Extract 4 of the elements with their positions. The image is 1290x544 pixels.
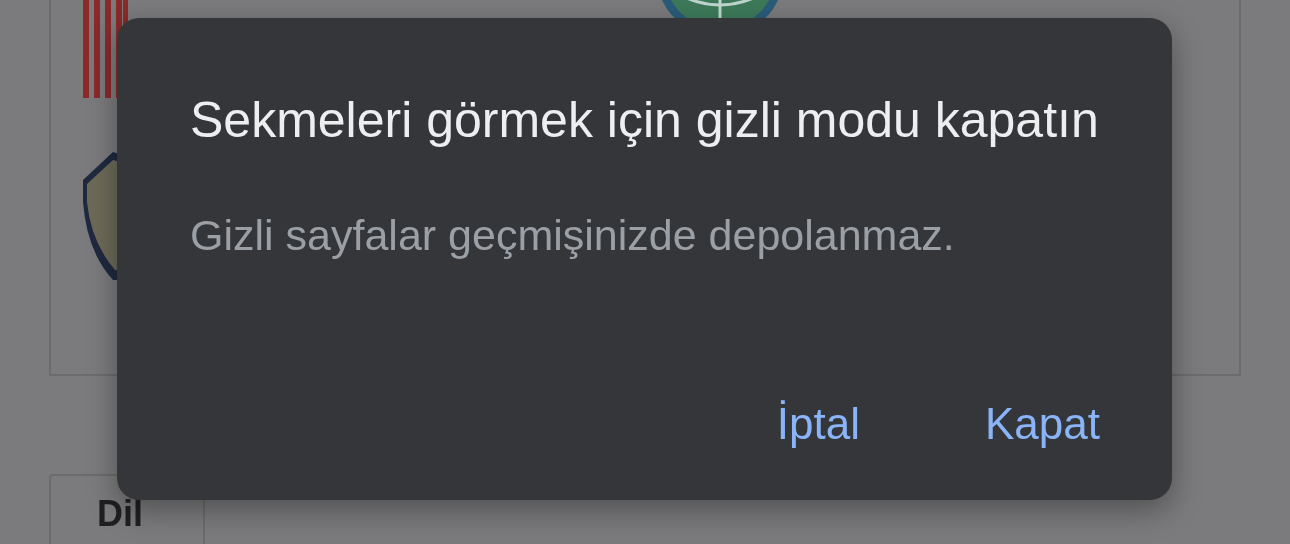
dialog-button[interactable]: İptal xyxy=(776,397,860,450)
dialog-title: Sekmeleri görmek için gizli modu kapatın xyxy=(190,91,1100,150)
dialog-message: Gizli sayfalar geçmişinizde depolanmaz. xyxy=(190,210,956,261)
dialog-button[interactable]: Kapat xyxy=(985,397,1100,450)
